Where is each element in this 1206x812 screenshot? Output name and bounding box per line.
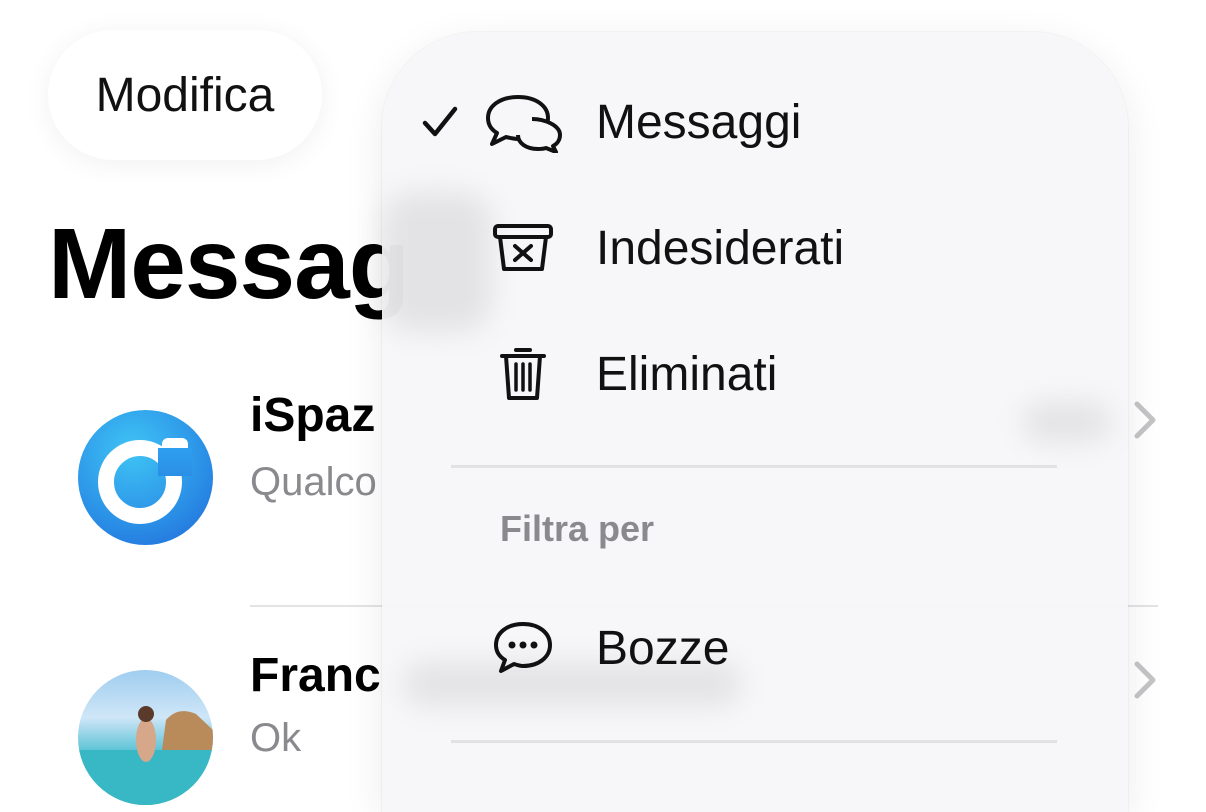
menu-item-indesiderati[interactable]: Indesiderati <box>382 193 1128 303</box>
conversation-preview: Ok <box>250 716 302 760</box>
ispazio-logo-icon <box>98 438 192 524</box>
conversation-name[interactable]: Franc <box>250 648 381 703</box>
chat-bubbles-icon <box>482 91 564 153</box>
chevron-right-icon[interactable] <box>1132 660 1158 700</box>
menu-item-label: Bozze <box>596 621 730 675</box>
junk-bin-icon <box>482 217 564 279</box>
menu-item-label: Messaggi <box>596 95 802 149</box>
page-title: Messag <box>48 208 410 320</box>
filter-section-header: Filtra per <box>500 508 655 549</box>
menu-divider <box>451 465 1057 468</box>
menu-divider <box>451 740 1057 743</box>
trash-icon <box>482 343 564 405</box>
conversation-preview: Qualco <box>250 460 377 504</box>
avatar[interactable] <box>78 410 213 545</box>
chevron-right-icon[interactable] <box>1132 400 1158 440</box>
menu-item-label: Eliminati <box>596 347 778 401</box>
mailbox-menu: Messaggi Indesiderati Eliminati Filtra p… <box>382 32 1128 812</box>
photo-avatar-icon <box>78 706 213 805</box>
menu-item-messaggi[interactable]: Messaggi <box>382 67 1128 177</box>
conversation-name[interactable]: iSpaz <box>250 388 375 443</box>
checkmark-icon <box>422 106 458 137</box>
menu-item-eliminati[interactable]: Eliminati <box>382 319 1128 429</box>
draft-bubble-icon <box>482 617 564 679</box>
edit-button[interactable]: Modifica <box>48 30 322 160</box>
menu-item-bozze[interactable]: Bozze <box>382 593 1128 703</box>
menu-item-label: Indesiderati <box>596 221 845 275</box>
avatar[interactable] <box>78 670 213 805</box>
